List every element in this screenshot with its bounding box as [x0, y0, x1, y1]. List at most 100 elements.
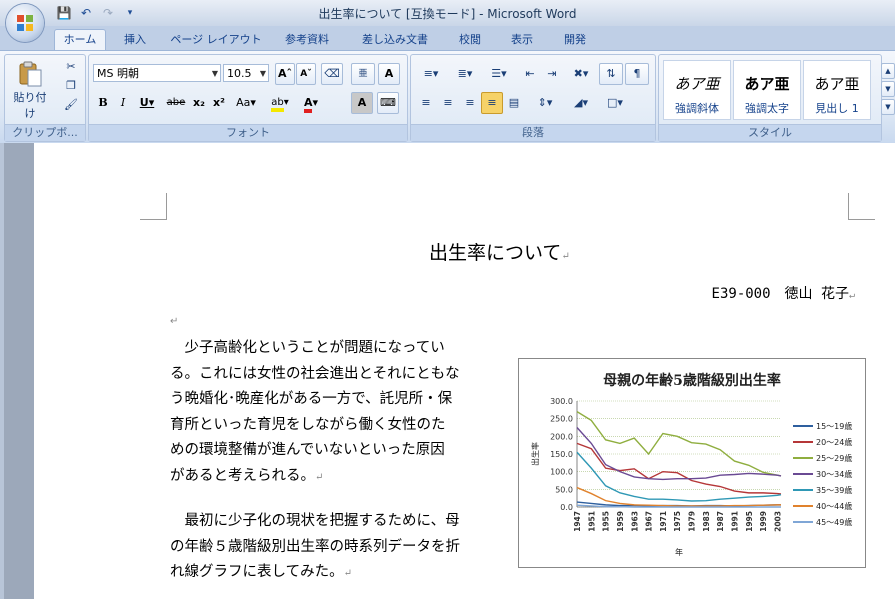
font-size-combo[interactable]: 10.5 ▼	[223, 64, 269, 82]
x-tick-label: 1979	[688, 511, 697, 532]
legend-label: 40～44歳	[816, 501, 852, 511]
legend-label: 35～39歳	[816, 485, 852, 495]
styles-scroll-down-icon[interactable]: ▼	[881, 81, 895, 97]
chevron-down-icon: ▼	[211, 69, 218, 78]
show-marks-icon[interactable]: ¶	[625, 63, 649, 85]
font-color-icon[interactable]: A▾	[297, 92, 325, 114]
styles-scroll-up-icon[interactable]: ▲	[881, 63, 895, 79]
y-tick-label: 150.0	[550, 450, 573, 459]
justify-icon[interactable]: ≡	[481, 92, 503, 114]
asian-layout-icon[interactable]: ✖▾	[565, 63, 597, 85]
phonetic-guide-icon[interactable]: 亜	[351, 63, 375, 85]
author-line: E39-000 徳山 花子↵	[712, 283, 855, 303]
x-tick-label: 1983	[702, 511, 711, 532]
x-tick-label: 2003	[773, 511, 782, 532]
text-line: 最初に少子化の現状を把握するために、母	[170, 513, 460, 529]
line-spacing-icon[interactable]: ⇕▾	[529, 92, 561, 114]
y-tick-label: 250.0	[550, 415, 573, 424]
grow-font-icon[interactable]: Aˆ	[275, 63, 295, 85]
decrease-indent-icon[interactable]: ⇤	[519, 63, 541, 85]
x-tick-label: 1987	[716, 511, 725, 532]
sort-icon[interactable]: ⇅	[599, 63, 623, 85]
text-line: の年齢５歳階級別出生率の時系列データを折	[170, 538, 460, 555]
style-preview: あア亜	[674, 75, 720, 93]
numbering-icon[interactable]: ≣▾	[449, 63, 481, 85]
borders-icon[interactable]: □▾	[599, 92, 631, 114]
clear-format-icon[interactable]: ⌫	[321, 63, 343, 85]
x-tick-label: 1971	[659, 511, 668, 532]
chart-title: 母親の年齢5歳階級別出生率	[603, 372, 781, 389]
subscript-icon[interactable]: x₂	[189, 92, 209, 114]
bullets-icon[interactable]: ≡▾	[415, 63, 447, 85]
title-bar: 💾 ↶ ↷ ▾ 出生率について [互換モード] - Microsoft Word	[0, 0, 895, 27]
text-line-content: があると考えられる。	[170, 467, 315, 484]
office-button[interactable]	[6, 4, 44, 42]
cut-icon[interactable]: ✂	[61, 58, 81, 76]
styles-group-label: スタイル	[659, 124, 881, 141]
copy-icon[interactable]: ❐	[61, 77, 81, 95]
text-line: る。これには女性の社会進出とそれにともな	[170, 365, 460, 382]
margin-corner-mark	[140, 193, 167, 220]
y-tick-label: 50.0	[555, 485, 573, 494]
margin-corner-mark	[848, 193, 875, 220]
font-group: MS 明朝 ▼ 10.5 ▼ Aˆ Aˇ ⌫ 亜 A B I U▾ abe x₂ x…	[88, 54, 408, 142]
enclose-characters-icon[interactable]: ⌨	[377, 92, 399, 114]
change-case-label: Aa	[236, 96, 251, 109]
x-tick-label: 1951	[587, 511, 596, 532]
tab-references[interactable]: 参考資料	[274, 30, 340, 50]
underline-icon[interactable]: U▾	[133, 92, 161, 114]
birth-rate-chart[interactable]: 母親の年齢5歳階級別出生率 0.0 50.0 100.0 150.0 200.0 250.0…	[518, 358, 866, 568]
legend-label: 15～19歳	[816, 421, 852, 431]
tab-review[interactable]: 校閲	[448, 30, 492, 50]
paste-button[interactable]: 貼り付け	[9, 57, 51, 120]
style-emphasis-bold[interactable]: あア亜 強調太字	[733, 60, 801, 120]
align-right-icon[interactable]: ≡	[459, 92, 481, 114]
left-edge	[0, 143, 4, 599]
font-name-combo[interactable]: MS 明朝 ▼	[93, 64, 221, 82]
increase-indent-icon[interactable]: ⇥	[541, 63, 563, 85]
align-center-icon[interactable]: ≡	[437, 92, 459, 114]
style-heading-1[interactable]: あア亜 見出し 1	[803, 60, 871, 120]
italic-icon[interactable]: I	[113, 92, 133, 114]
multilevel-list-icon[interactable]: ☰▾	[483, 63, 515, 85]
font-group-label: フォント	[89, 124, 407, 141]
document-title: 出生率について↵	[429, 238, 570, 265]
superscript-icon[interactable]: x²	[209, 92, 229, 114]
shrink-font-icon[interactable]: Aˇ	[296, 63, 316, 85]
align-left-icon[interactable]: ≡	[415, 92, 437, 114]
highlight-color-icon[interactable]: ab▾	[265, 92, 295, 114]
ribbon: 貼り付け ✂ ❐ 🖌 クリップボ... MS 明朝 ▼ 10.5 ▼ Aˆ Aˇ ⌫…	[0, 50, 895, 144]
style-emphasis-italic[interactable]: あア亜 強調斜体	[663, 60, 731, 120]
y-tick-label: 100.0	[550, 468, 573, 477]
y-tick-label: 200.0	[550, 432, 573, 441]
shading-icon[interactable]: ◢▾	[565, 92, 597, 114]
return-mark: ↵	[315, 471, 324, 483]
character-border-icon[interactable]: A	[378, 63, 400, 85]
chevron-down-icon: ▼	[259, 69, 266, 78]
bold-icon[interactable]: B	[93, 92, 113, 114]
x-tick-label: 1995	[745, 511, 754, 532]
paragraph-group-label: 段落	[411, 124, 655, 141]
strikethrough-icon[interactable]: abe	[163, 92, 189, 114]
character-shading-icon[interactable]: A	[351, 92, 373, 114]
tab-home[interactable]: ホーム	[54, 29, 106, 51]
legend-label: 25～29歳	[816, 453, 852, 463]
legend-label: 20～24歳	[816, 437, 852, 447]
tab-insert[interactable]: 挿入	[112, 30, 158, 50]
change-case-button[interactable]: Aa▾	[231, 92, 261, 114]
text-line: 育所といった育児をしながら働く女性のた	[170, 416, 446, 433]
x-tick-label: 1963	[630, 511, 639, 532]
tab-mailings[interactable]: 差し込み文書	[352, 30, 438, 50]
tab-developer[interactable]: 開発	[552, 30, 598, 50]
tab-page-layout[interactable]: ページ レイアウト	[166, 30, 266, 50]
styles-more-icon[interactable]: ▼	[881, 99, 895, 115]
style-name: 強調太字	[745, 102, 789, 115]
legend-label: 30～34歳	[816, 469, 852, 479]
text-line: う晩婚化･晩産化がある一方で、託児所・保	[170, 391, 453, 407]
document-page[interactable]: 出生率について↵ E39-000 徳山 花子↵ ↵ 少子高齢化ということが問題に…	[34, 143, 895, 599]
format-painter-icon[interactable]: 🖌	[61, 96, 81, 114]
tab-view[interactable]: 表示	[500, 30, 544, 50]
distributed-icon[interactable]: ▤	[503, 92, 525, 114]
text-line-content: れ線グラフに表してみた。	[170, 564, 344, 580]
paste-icon	[19, 61, 42, 87]
